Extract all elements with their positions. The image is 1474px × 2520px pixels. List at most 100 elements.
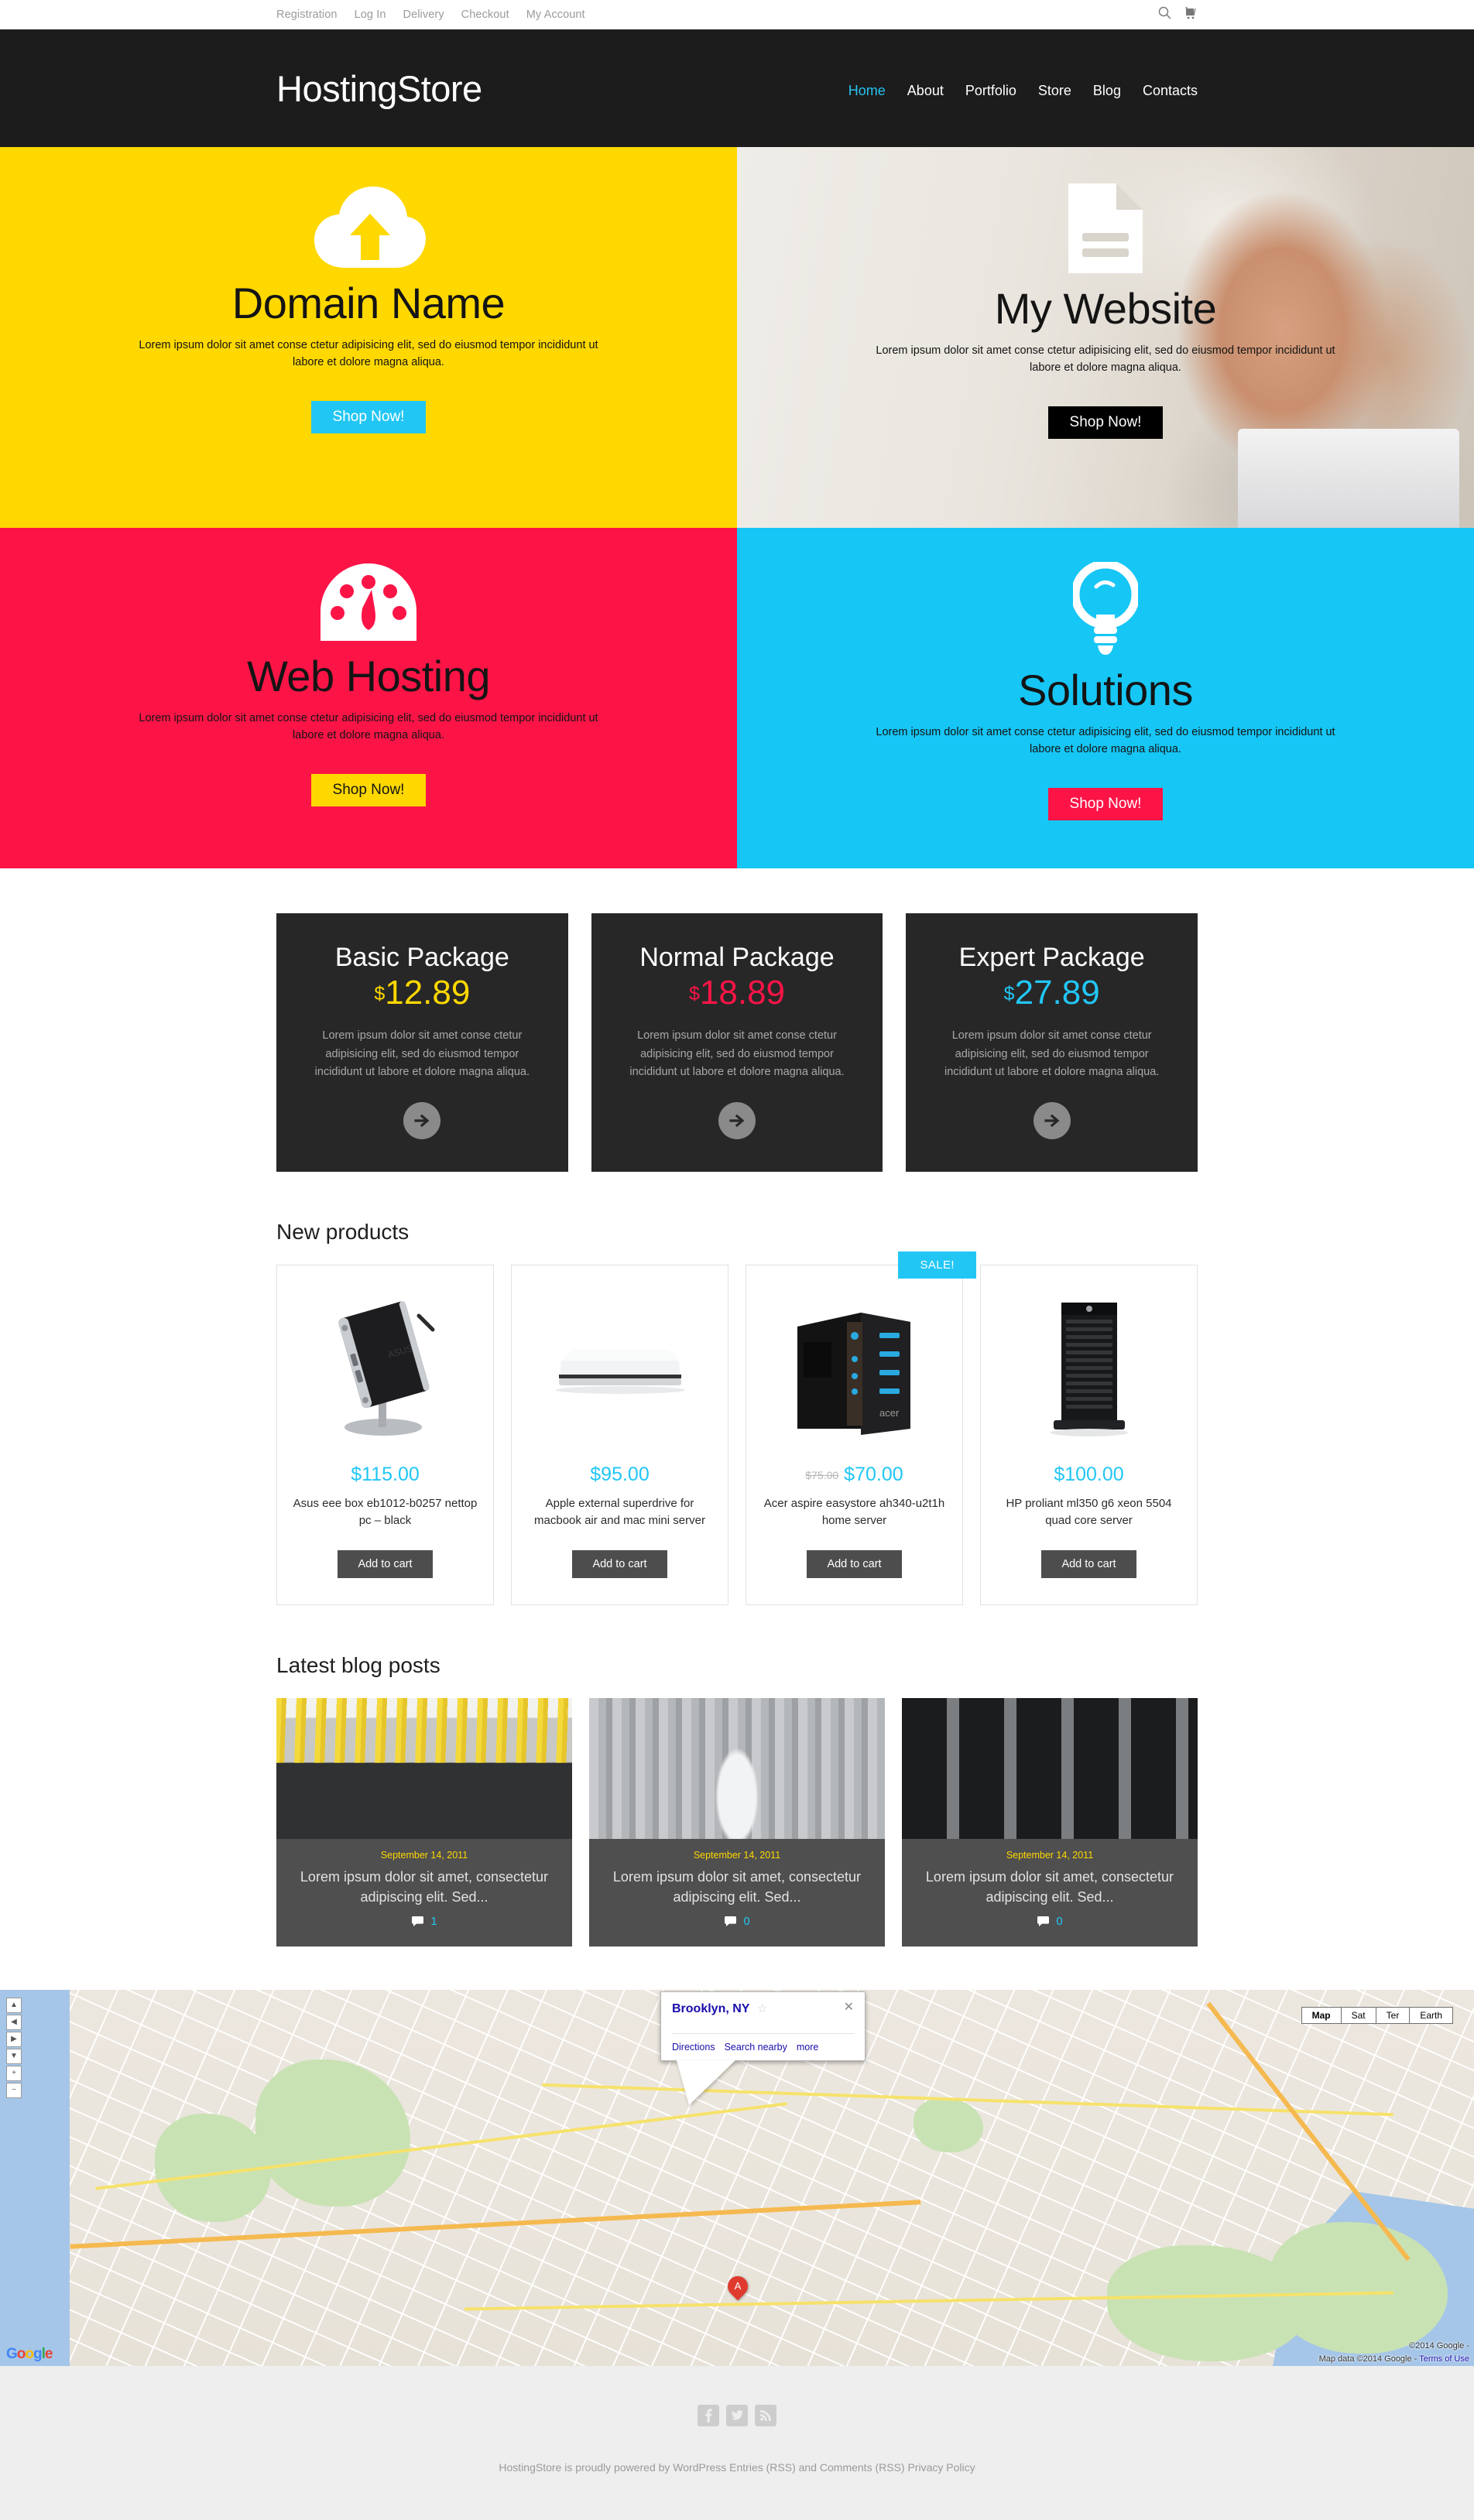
topnav-item-checkout[interactable]: Checkout — [461, 9, 509, 21]
map-location-pin[interactable]: A — [723, 2272, 752, 2301]
map-type-controls[interactable]: Map Sat Ter Earth — [1301, 2007, 1453, 2025]
map-data-credit: Map data ©2014 Google - — [1318, 2354, 1417, 2364]
twitter-icon[interactable] — [726, 2405, 748, 2427]
topnav-item-my-account[interactable]: My Account — [526, 9, 585, 21]
blog-post-card[interactable]: September 14, 2011 Lorem ipsum dolor sit… — [902, 1697, 1198, 1947]
star-icon[interactable]: ☆ — [757, 2002, 767, 2015]
svg-text:acer: acer — [879, 1407, 900, 1419]
package-card-basic[interactable]: Basic Package $12.89 Lorem ipsum dolor s… — [276, 913, 568, 1172]
hero-tile-web-hosting[interactable]: Web Hosting Lorem ipsum dolor sit amet c… — [0, 528, 737, 868]
price-value: 27.89 — [1014, 974, 1100, 1012]
site-header: HostingStore Home About Portfolio Store … — [0, 29, 1474, 147]
map-location-title[interactable]: Brooklyn, NY — [672, 2002, 749, 2015]
package-description: Lorem ipsum dolor sit amet conse ctetur … — [314, 1029, 530, 1079]
arrow-right-icon[interactable] — [1033, 1101, 1071, 1139]
product-current-price: $95.00 — [590, 1463, 650, 1485]
package-card-normal[interactable]: Normal Package $18.89 Lorem ipsum dolor … — [591, 913, 883, 1172]
package-description: Lorem ipsum dolor sit amet conse ctetur … — [629, 1029, 845, 1079]
nav-item-home[interactable]: Home — [848, 83, 886, 99]
product-current-price: $115.00 — [351, 1463, 420, 1485]
search-icon[interactable] — [1158, 6, 1171, 23]
latest-blog-posts-section: Latest blog posts September 14, 2011 Lor… — [276, 1653, 1198, 1990]
hero-tile-my-website[interactable]: My Website Lorem ipsum dolor sit amet co… — [737, 147, 1474, 528]
speedometer-icon — [317, 562, 420, 648]
product-card[interactable]: $95.00 Apple external superdrive for mac… — [511, 1264, 728, 1605]
site-logo[interactable]: HostingStore — [276, 70, 482, 107]
add-to-cart-button[interactable]: Add to cart — [1041, 1549, 1136, 1578]
comment-count-value: 0 — [1056, 1915, 1063, 1929]
map-terms-of-use-link[interactable]: Terms of Use — [1419, 2354, 1469, 2364]
shop-now-button-website[interactable]: Shop Now! — [1047, 406, 1164, 440]
price-value: 18.89 — [699, 974, 786, 1012]
price-value: 12.89 — [385, 974, 471, 1012]
blog-post-date: September 14, 2011 — [693, 1849, 781, 1861]
blog-post-card[interactable]: September 14, 2011 Lorem ipsum dolor sit… — [276, 1697, 572, 1947]
pricing-packages-section: Basic Package $12.89 Lorem ipsum dolor s… — [276, 868, 1198, 1172]
cart-icon[interactable] — [1184, 6, 1198, 23]
section-heading-latest-blog: Latest blog posts — [276, 1652, 440, 1677]
topnav-item-registration[interactable]: Registration — [276, 9, 338, 21]
map-action-directions[interactable]: Directions — [672, 2042, 715, 2053]
package-card-expert[interactable]: Expert Package $27.89 Lorem ipsum dolor … — [906, 913, 1198, 1172]
shop-now-button-solutions[interactable]: Shop Now! — [1047, 787, 1164, 821]
map-pan-right[interactable]: ▶ — [6, 2032, 22, 2048]
map-pan-down[interactable]: ▼ — [6, 2049, 22, 2065]
map-type-earth[interactable]: Earth — [1410, 2008, 1452, 2024]
utility-topbar: Registration Log In Delivery Checkout My… — [0, 0, 1474, 29]
map-pan-controls[interactable]: ▲ ◀ ▶ ▼ + − — [6, 1998, 25, 2100]
blog-comment-count[interactable]: 0 — [724, 1915, 750, 1928]
map-attribution: ©2014 Google - — [1409, 2341, 1469, 2351]
comment-count-value: 1 — [430, 1915, 437, 1929]
add-to-cart-button[interactable]: Add to cart — [572, 1549, 667, 1578]
nav-item-about[interactable]: About — [907, 83, 944, 99]
map-action-more[interactable]: more — [797, 2042, 818, 2053]
map-pan-left[interactable]: ◀ — [6, 2015, 22, 2031]
map-popup-tail — [677, 2060, 735, 2106]
nav-item-contacts[interactable]: Contacts — [1143, 83, 1198, 99]
package-name: Normal Package — [639, 943, 835, 972]
comment-icon — [725, 1916, 737, 1927]
lightbulb-icon — [1071, 560, 1140, 662]
hero-tile-title: Domain Name — [231, 279, 506, 327]
close-icon[interactable]: ✕ — [844, 2001, 854, 2014]
rss-icon[interactable] — [755, 2405, 776, 2427]
product-card[interactable]: SALE! acer $75.00 $70.00 Acer aspire eas… — [746, 1251, 976, 1605]
hero-tile-title: My Website — [994, 284, 1217, 333]
product-title: HP proliant ml350 g6 xeon 5504 quad core… — [1006, 1496, 1172, 1528]
hero-tile-domain-name[interactable]: Domain Name Lorem ipsum dolor sit amet c… — [0, 147, 737, 528]
product-card[interactable]: ASUS $115.00 Asus eee box eb1012-b0257 n… — [276, 1264, 494, 1605]
facebook-icon[interactable] — [698, 2405, 719, 2427]
add-to-cart-button[interactable]: Add to cart — [807, 1549, 902, 1578]
nav-item-portfolio[interactable]: Portfolio — [965, 83, 1016, 99]
arrow-right-icon[interactable] — [718, 1101, 756, 1139]
map-action-search-nearby[interactable]: Search nearby — [725, 2042, 787, 2053]
product-price: $100.00 — [1054, 1464, 1123, 1486]
package-description: Lorem ipsum dolor sit amet conse ctetur … — [944, 1029, 1160, 1079]
arrow-right-icon[interactable] — [403, 1101, 441, 1139]
map-pan-up[interactable]: ▲ — [6, 1998, 22, 2014]
map-zoom-in[interactable]: + — [6, 2066, 22, 2082]
map-zoom-out[interactable]: − — [6, 2083, 22, 2099]
blog-comment-count[interactable]: 0 — [1037, 1915, 1063, 1929]
nav-item-store[interactable]: Store — [1038, 83, 1071, 99]
map-type-sat[interactable]: Sat — [1341, 2008, 1376, 2024]
add-to-cart-button[interactable]: Add to cart — [338, 1549, 433, 1578]
nav-item-blog[interactable]: Blog — [1093, 83, 1121, 99]
network-cables-image — [276, 1697, 572, 1839]
map-type-map[interactable]: Map — [1301, 2008, 1342, 2024]
topnav-item-login[interactable]: Log In — [355, 9, 386, 21]
hero-tile-solutions[interactable]: Solutions Lorem ipsum dolor sit amet con… — [737, 528, 1474, 868]
comment-icon — [1037, 1916, 1050, 1927]
topnav-item-delivery[interactable]: Delivery — [403, 9, 444, 21]
google-map[interactable]: ▲ ◀ ▶ ▼ + − Map Sat Ter Earth Brooklyn, … — [0, 1990, 1474, 2367]
google-logo: Google — [6, 2346, 53, 2363]
blog-post-card[interactable]: September 14, 2011 Lorem ipsum dolor sit… — [589, 1697, 885, 1947]
blog-comment-count[interactable]: 1 — [411, 1915, 437, 1928]
package-name: Basic Package — [334, 943, 509, 972]
product-title: Asus eee box eb1012-b0257 nettop pc – bl… — [293, 1496, 478, 1528]
product-card[interactable]: $100.00 HP proliant ml350 g6 xeon 5504 q… — [980, 1264, 1198, 1605]
map-info-window[interactable]: Brooklyn, NY ☆ ✕ Directions Search nearb… — [660, 1991, 866, 2106]
shop-now-button-domain[interactable]: Shop Now! — [310, 400, 427, 434]
shop-now-button-hosting[interactable]: Shop Now! — [310, 773, 427, 807]
map-type-ter[interactable]: Ter — [1376, 2008, 1411, 2024]
